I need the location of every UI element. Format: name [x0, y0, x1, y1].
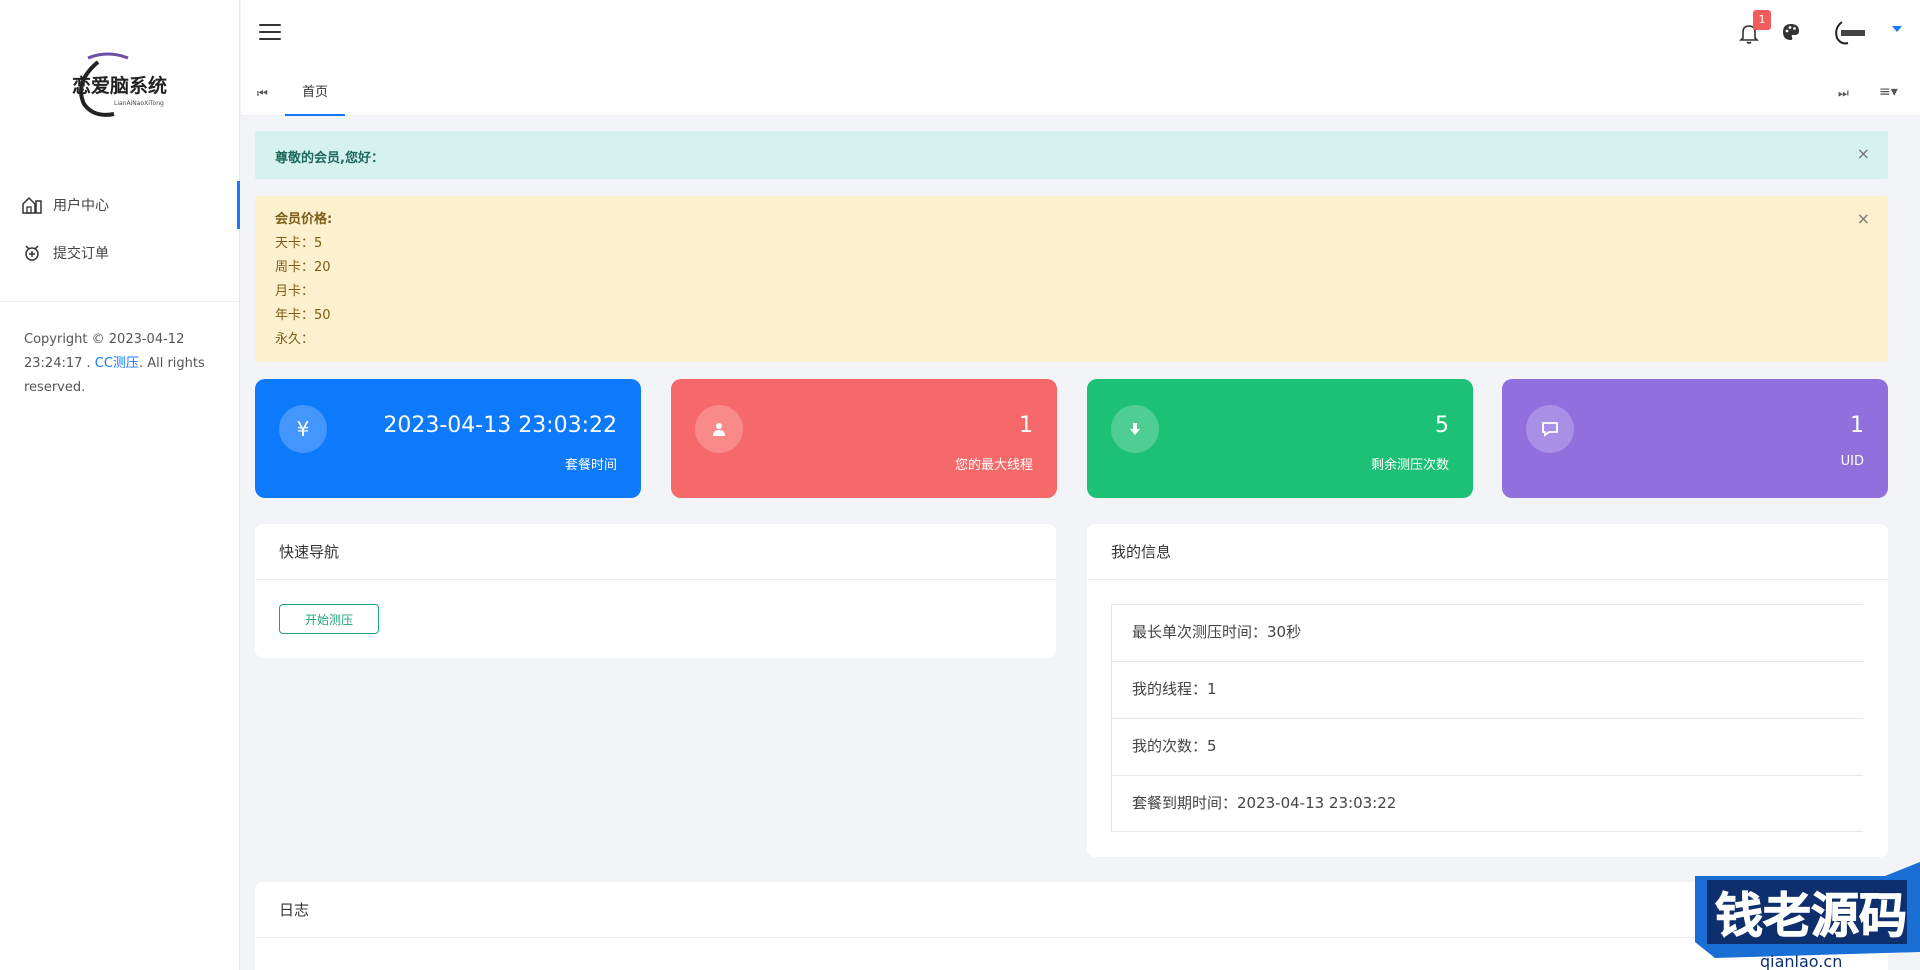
- stat-card-remaining-tests: 5 剩余测压次数: [1087, 379, 1473, 498]
- price-line: 永久：: [275, 332, 315, 347]
- close-icon[interactable]: ×: [1857, 209, 1870, 228]
- greeting-alert: 尊敬的会员,您好： ×: [255, 131, 1888, 179]
- start-test-button[interactable]: 开始测压: [279, 604, 379, 634]
- sidebar-item-label: 提交订单: [53, 246, 109, 262]
- home-icon: [20, 193, 44, 217]
- tab-home[interactable]: 首页: [285, 74, 345, 116]
- stat-value: 1: [1019, 413, 1033, 438]
- stat-value: 1: [1850, 413, 1864, 438]
- top-header: 1 ⏮ 首页 ⏭ ≡▾: [241, 0, 1920, 116]
- tab-menu-icon[interactable]: ≡▾: [1879, 84, 1898, 100]
- user-icon: [695, 405, 743, 453]
- panel-title: 快速导航: [255, 524, 1056, 580]
- sidebar: 恋爱脑系统 LianAiNaoXiTong 用户中心 提交订单 Copyrigh…: [0, 0, 240, 970]
- yen-icon: ¥: [279, 405, 327, 453]
- notification-badge: 1: [1753, 10, 1771, 30]
- stat-value: 2023-04-13 23:03:22: [383, 413, 617, 438]
- stat-label: 您的最大线程: [954, 458, 1033, 473]
- stat-label: 剩余测压次数: [1370, 458, 1449, 473]
- list-item: 最长单次测压时间：30秒: [1112, 604, 1863, 661]
- greeting-text: 尊敬的会员,您好：: [275, 151, 384, 166]
- order-icon: [20, 241, 44, 265]
- download-icon: [1111, 405, 1159, 453]
- quick-nav-panel: 快速导航 开始测压: [255, 524, 1056, 658]
- svg-text:qianlao.cn: qianlao.cn: [1760, 952, 1842, 970]
- info-list: 最长单次测压时间：30秒 我的线程：1 我的次数：5 套餐到期时间：2023-0…: [1111, 604, 1863, 832]
- sidebar-item-user-center[interactable]: 用户中心: [0, 181, 240, 229]
- stat-card-uid: 1 UID: [1502, 379, 1888, 498]
- panel-title: 我的信息: [1087, 524, 1888, 580]
- list-item: 套餐到期时间：2023-04-13 23:03:22: [1112, 775, 1863, 832]
- sidebar-item-label: 用户中心: [53, 198, 109, 214]
- stat-value: 5: [1435, 413, 1449, 438]
- close-icon[interactable]: ×: [1857, 144, 1870, 163]
- my-info-panel: 我的信息 最长单次测压时间：30秒 我的线程：1 我的次数：5 套餐到期时间：2…: [1087, 524, 1888, 857]
- palette-icon[interactable]: [1781, 22, 1805, 46]
- copyright: Copyright © 2023-04-12 23:24:17 . CC测压. …: [24, 328, 214, 400]
- svg-text:LianAiNaoXiTong: LianAiNaoXiTong: [114, 100, 164, 107]
- menu-toggle-icon[interactable]: [259, 24, 281, 42]
- log-panel: 日志: [255, 882, 1888, 970]
- sidebar-item-submit-order[interactable]: 提交订单: [0, 229, 240, 277]
- price-line: 月卡：: [275, 284, 315, 299]
- tab-scroll-last-icon[interactable]: ⏭: [1838, 86, 1849, 101]
- price-title: 会员价格:: [275, 212, 333, 227]
- price-line: 年卡：50: [275, 308, 331, 323]
- stat-card-package-time: ¥ 2023-04-13 23:03:22 套餐时间: [255, 379, 641, 498]
- price-alert: 会员价格: 天卡：5 周卡：20 月卡： 年卡：50 永久： ×: [255, 196, 1888, 362]
- copyright-link[interactable]: CC测压: [95, 356, 139, 371]
- svg-text:恋爱脑系统: 恋爱脑系统: [72, 74, 167, 97]
- tab-scroll-first-icon[interactable]: ⏮: [257, 86, 268, 101]
- svg-text:钱老源码: 钱老源码: [1715, 888, 1907, 944]
- chevron-down-icon[interactable]: [1892, 26, 1902, 32]
- price-line: 周卡：20: [275, 260, 331, 275]
- list-item: 我的次数：5: [1112, 718, 1863, 775]
- sidebar-divider: [0, 301, 240, 302]
- comment-icon: [1526, 405, 1574, 453]
- price-line: 天卡：5: [275, 236, 323, 251]
- stat-label: UID: [1840, 454, 1864, 469]
- stat-card-max-threads: 1 您的最大线程: [671, 379, 1057, 498]
- stat-label: 套餐时间: [564, 458, 617, 473]
- watermark-logo: 钱老源码 qianlao.cn: [1695, 862, 1920, 970]
- avatar[interactable]: [1832, 18, 1866, 48]
- sidebar-nav: 用户中心 提交订单: [0, 181, 240, 277]
- app-logo: 恋爱脑系统 LianAiNaoXiTong: [68, 52, 174, 122]
- list-item: 我的线程：1: [1112, 661, 1863, 718]
- panel-title: 日志: [255, 882, 1888, 938]
